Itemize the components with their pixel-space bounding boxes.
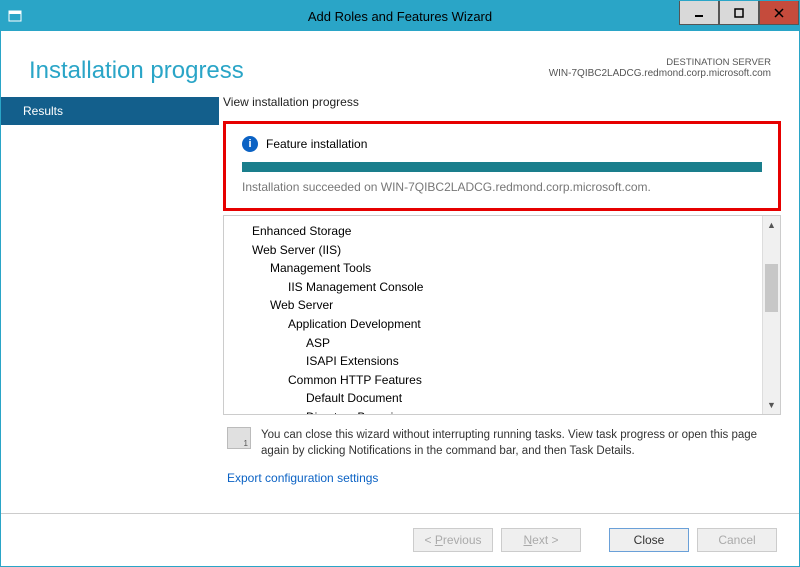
scroll-up-icon[interactable]: ▲ (763, 216, 780, 234)
titlebar[interactable]: Add Roles and Features Wizard (1, 1, 799, 31)
main-panel: View installation progress i Feature ins… (219, 95, 791, 513)
footer: < Previous Next > Close Cancel (1, 513, 799, 566)
scroll-down-icon[interactable]: ▼ (763, 396, 780, 414)
tree-item: Directory Browsing (234, 408, 762, 414)
minimize-button[interactable] (679, 1, 719, 25)
close-button[interactable] (759, 1, 799, 25)
tree-item: Application Development (234, 315, 762, 334)
note-text: You can close this wizard without interr… (261, 427, 777, 459)
scroll-thumb[interactable] (765, 264, 778, 312)
feature-install-label: Feature installation (266, 137, 367, 151)
destination-label: DESTINATION SERVER (549, 57, 771, 68)
feature-tree-box: Enhanced Storage Web Server (IIS) Manage… (223, 215, 781, 415)
sidebar: Results (1, 95, 219, 513)
note-row: You can close this wizard without interr… (223, 415, 781, 467)
destination-server: WIN-7QIBC2LADCG.redmond.corp.microsoft.c… (549, 68, 771, 79)
feature-install-row: i Feature installation (242, 136, 762, 152)
page-title: Installation progress (29, 57, 244, 85)
scroll-track[interactable] (763, 234, 780, 396)
destination-block: DESTINATION SERVER WIN-7QIBC2LADCG.redmo… (549, 57, 771, 85)
maximize-button[interactable] (719, 1, 759, 25)
progress-bar (242, 162, 762, 172)
tree-item: IIS Management Console (234, 278, 762, 297)
tree-item: Default Document (234, 389, 762, 408)
tree-item: ASP (234, 334, 762, 353)
feature-tree[interactable]: Enhanced Storage Web Server (IIS) Manage… (224, 216, 762, 414)
success-text: Installation succeeded on WIN-7QIBC2LADC… (242, 180, 762, 194)
cancel-button: Cancel (697, 528, 777, 552)
tree-item: Enhanced Storage (234, 222, 762, 241)
info-icon: i (242, 136, 258, 152)
tree-item: Web Server (IIS) (234, 241, 762, 260)
tree-item: Web Server (234, 296, 762, 315)
client-area: Installation progress DESTINATION SERVER… (1, 31, 799, 566)
header-row: Installation progress DESTINATION SERVER… (1, 31, 799, 95)
next-button: Next > (501, 528, 581, 552)
tree-item: ISAPI Extensions (234, 352, 762, 371)
view-progress-label: View installation progress (223, 95, 781, 109)
tree-item: Management Tools (234, 259, 762, 278)
wizard-window: Add Roles and Features Wizard Installati… (0, 0, 800, 567)
window-controls (679, 1, 799, 25)
app-icon (1, 1, 29, 31)
status-highlight-box: i Feature installation Installation succ… (223, 121, 781, 211)
flag-icon (227, 427, 251, 449)
tree-item: Common HTTP Features (234, 371, 762, 390)
export-settings-link[interactable]: Export configuration settings (223, 467, 781, 485)
close-wizard-button[interactable]: Close (609, 528, 689, 552)
sidebar-item-results[interactable]: Results (1, 97, 219, 125)
previous-button: < Previous (413, 528, 493, 552)
body-row: Results View installation progress i Fea… (1, 95, 799, 513)
scrollbar[interactable]: ▲ ▼ (762, 216, 780, 414)
